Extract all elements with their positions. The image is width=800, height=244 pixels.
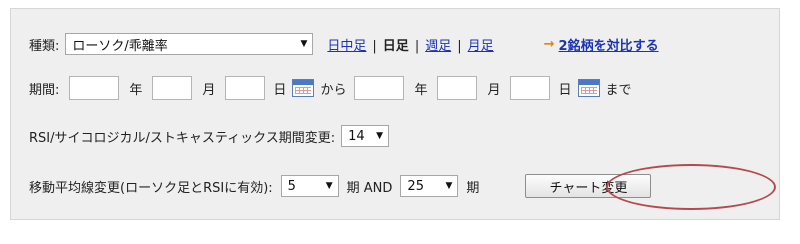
period-link-intraday[interactable]: 日中足 xyxy=(327,39,366,54)
rsi-period-row: RSI/サイコロジカル/ストキャスティックス期間変更: 14 ▼ xyxy=(29,123,390,149)
day-label: 日 xyxy=(273,82,287,98)
end-calendar-icon[interactable] xyxy=(577,79,600,97)
period-link-weekly[interactable]: 週足 xyxy=(425,39,451,54)
separator: | xyxy=(414,38,420,54)
year-label: 年 xyxy=(414,82,428,98)
to-label: まで xyxy=(605,82,632,98)
year-label: 年 xyxy=(129,82,143,98)
term-label: 期 xyxy=(466,180,480,196)
moving-average-row: 移動平均線変更(ローソク足とRSIに有効): 5 ▼ 期 AND 25 ▼ 期 … xyxy=(29,173,652,199)
end-day-input[interactable] xyxy=(510,76,551,100)
separator: | xyxy=(372,38,377,54)
from-label: から xyxy=(320,82,347,98)
start-day-input[interactable] xyxy=(225,76,266,100)
month-label: 月 xyxy=(487,82,501,98)
start-calendar-icon[interactable] xyxy=(292,79,315,97)
ma-short-select[interactable]: 5 ▼ xyxy=(280,175,339,197)
period-links: 日中足 | 日足 | 週足 | 月足 xyxy=(327,35,493,54)
chart-type-select[interactable]: ローソク/乖離率 ▼ xyxy=(65,33,314,55)
rsi-period-label: RSI/サイコロジカル/ストキャスティックス期間変更: xyxy=(29,130,336,146)
highlight-oval xyxy=(606,164,776,210)
date-range-row: 期間: 年 月 日 から 年 月 日 まで xyxy=(29,75,632,101)
chevron-down-icon: ▼ xyxy=(325,181,333,191)
end-year-input[interactable] xyxy=(354,76,405,100)
arrow-right-icon: → xyxy=(543,36,555,52)
ma-long-value: 25 xyxy=(407,178,424,194)
and-label: 期 AND xyxy=(346,180,393,196)
rsi-period-value: 14 xyxy=(348,128,365,144)
chart-type-value: ローソク/乖離率 xyxy=(72,38,168,54)
ma-long-select[interactable]: 25 ▼ xyxy=(400,175,459,197)
chevron-down-icon: ▼ xyxy=(376,131,384,141)
period-link-monthly[interactable]: 月足 xyxy=(468,39,494,54)
period-label: 期間: xyxy=(29,82,60,98)
end-month-input[interactable] xyxy=(437,76,478,100)
compare-two-stocks-link[interactable]: 2銘柄を対比する xyxy=(559,35,659,54)
period-daily-selected: 日足 xyxy=(382,38,409,54)
start-month-input[interactable] xyxy=(152,76,193,100)
separator: | xyxy=(457,38,462,54)
chevron-down-icon: ▼ xyxy=(300,39,308,49)
day-label: 日 xyxy=(558,82,572,98)
start-year-input[interactable] xyxy=(69,76,120,100)
moving-average-label: 移動平均線変更(ローソク足とRSIに有効): xyxy=(29,180,273,196)
month-label: 月 xyxy=(202,82,216,98)
chevron-down-icon: ▼ xyxy=(445,181,453,191)
chart-type-row: 種類: ローソク/乖離率 ▼ 日中足 | 日足 | 週足 | 月足 → 2銘柄を対比する xyxy=(29,31,659,57)
rsi-period-select[interactable]: 14 ▼ xyxy=(341,125,390,147)
chart-type-label: 種類: xyxy=(29,38,60,54)
ma-short-value: 5 xyxy=(287,178,296,194)
